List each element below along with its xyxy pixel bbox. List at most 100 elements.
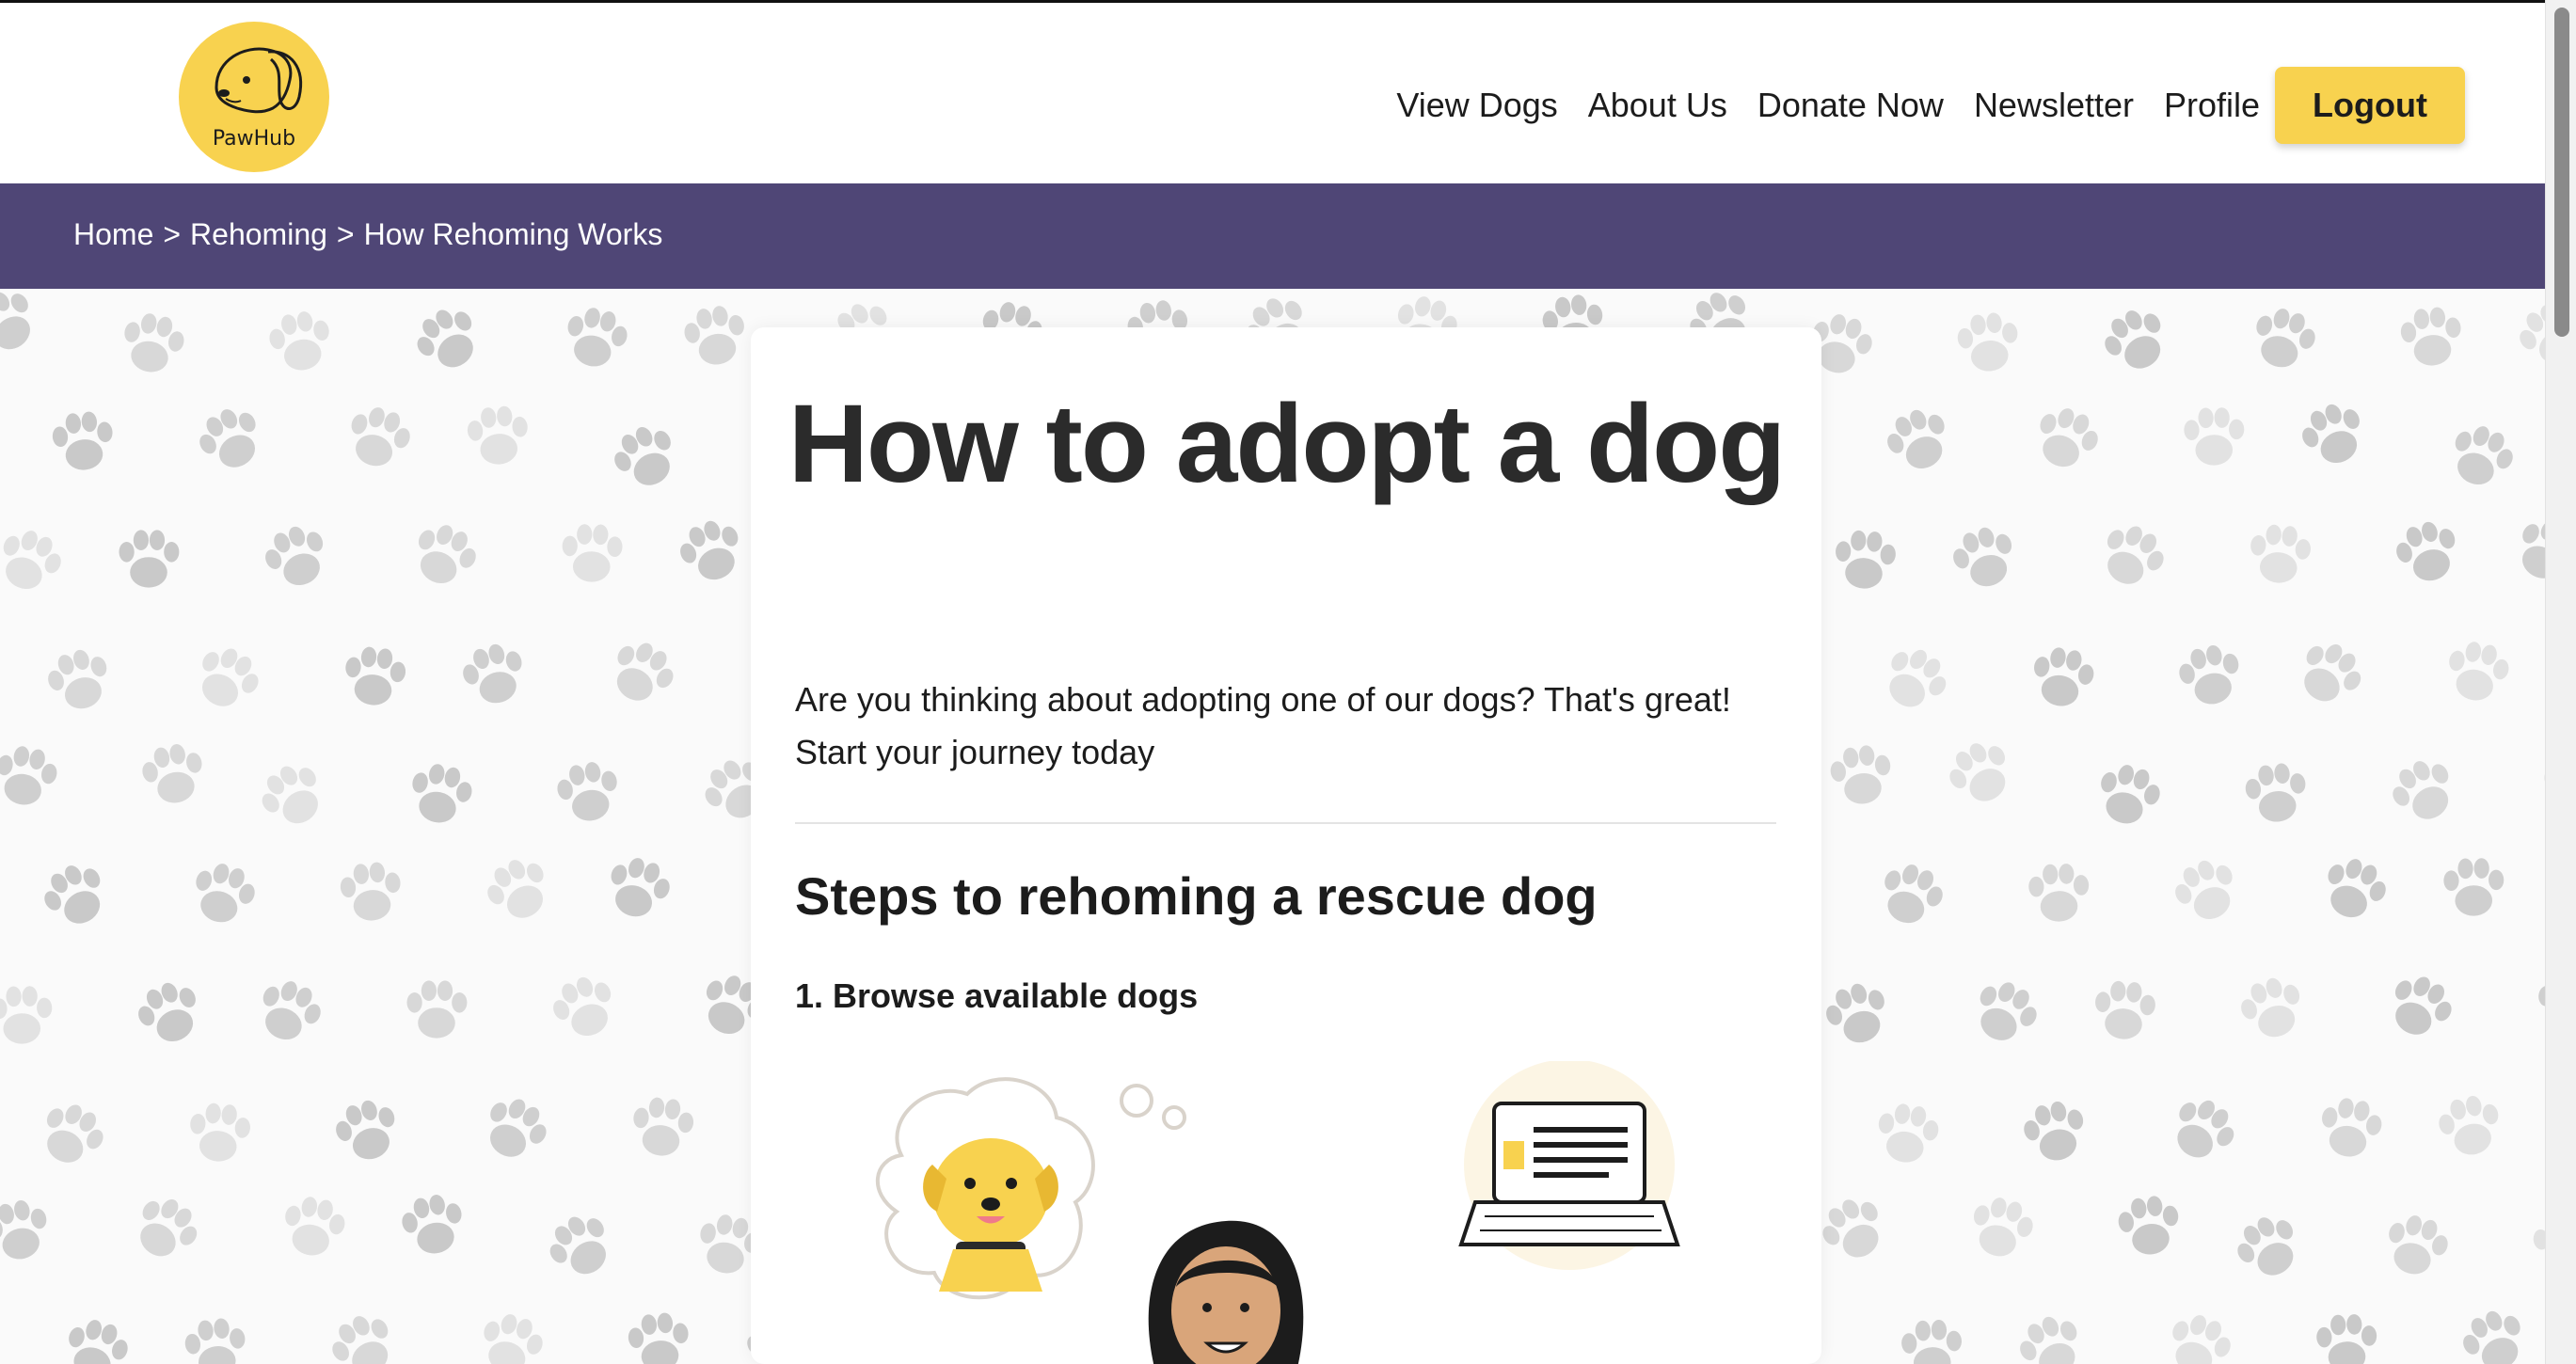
paw-print-icon <box>336 1100 395 1160</box>
paw-print-icon <box>262 981 321 1040</box>
paw-print-icon <box>2396 521 2456 581</box>
intro-paragraph: Are you thinking about adopting one of o… <box>795 674 1783 779</box>
paw-print-icon <box>2400 307 2461 366</box>
intro-line: Are you thinking about adopting one of o… <box>795 680 1731 719</box>
paw-print-icon <box>2024 1101 2084 1161</box>
paw-print-icon <box>2304 644 2361 702</box>
paw-print-icon <box>402 1195 462 1254</box>
logo-wordmark: PawHub <box>212 127 296 151</box>
content-card: How to adopt a dog Are you thinking abou… <box>751 327 1821 1364</box>
paw-print-icon <box>484 1314 543 1364</box>
paw-print-icon <box>2095 980 2155 1039</box>
paw-print-icon <box>611 858 670 917</box>
page-title: How to adopt a dog <box>787 382 1787 506</box>
paw-print-icon <box>557 762 617 821</box>
paw-print-icon <box>1887 409 1945 468</box>
logout-button[interactable]: Logout <box>2275 67 2465 144</box>
paw-print-icon <box>199 409 256 468</box>
breadcrumb-current: How Rehoming Works <box>363 217 663 251</box>
paw-print-icon <box>2118 1196 2179 1255</box>
paw-print-icon <box>262 766 318 824</box>
paw-print-icon <box>1878 1103 1939 1163</box>
paw-print-icon <box>351 407 410 467</box>
paw-print-icon <box>2538 986 2545 1007</box>
breadcrumb-separator: > <box>163 217 182 251</box>
paw-print-icon <box>2040 408 2098 468</box>
scrollbar-thumb[interactable] <box>2554 8 2569 337</box>
paw-print-icon <box>1980 982 2037 1040</box>
paw-print-icon <box>614 427 671 485</box>
top-navigation-bar: PawHub View Dogs About Us Donate Now New… <box>0 0 2545 183</box>
paw-print-icon <box>2449 642 2509 701</box>
paw-print-icon <box>2520 305 2545 363</box>
paw-print-icon <box>616 642 674 701</box>
paw-print-icon <box>0 1200 47 1260</box>
paw-print-icon <box>345 646 406 706</box>
paw-print-icon <box>2394 976 2452 1035</box>
browse-dogs-illustration <box>875 1061 1680 1364</box>
paw-print-icon <box>2245 763 2306 822</box>
paw-print-icon <box>0 746 57 805</box>
nav-about-us[interactable]: About Us <box>1588 86 1727 125</box>
nav-newsletter[interactable]: Newsletter <box>1974 86 2134 125</box>
paw-print-icon <box>2184 407 2245 466</box>
paw-print-icon <box>487 860 544 918</box>
paw-print-icon <box>52 411 113 470</box>
step-heading: 1. Browse available dogs <box>795 976 1199 1015</box>
steps-heading: Steps to rehoming a rescue dog <box>795 866 1598 926</box>
paw-print-icon <box>138 982 196 1042</box>
paw-print-icon <box>1957 312 2018 372</box>
nav-view-dogs[interactable]: View Dogs <box>1396 86 1557 125</box>
paw-print-icon <box>332 1316 389 1364</box>
paw-print-icon <box>265 526 324 586</box>
paw-print-icon <box>1949 743 2006 801</box>
page-scrollbar[interactable] <box>2545 0 2576 1364</box>
paw-print-icon <box>1901 1319 1962 1364</box>
paw-print-icon <box>1830 745 1891 804</box>
section-divider <box>795 822 1776 824</box>
breadcrumb-home[interactable]: Home <box>73 217 153 252</box>
paw-print-icon <box>1953 527 2012 587</box>
laptop-icon <box>1458 1061 1680 1270</box>
paw-print-icon <box>2328 859 2386 918</box>
paw-print-icon <box>190 1102 250 1162</box>
breadcrumb: Home > Rehoming > How Rehoming Works <box>73 217 662 252</box>
paw-print-icon <box>2393 761 2449 819</box>
nav-profile[interactable]: Profile <box>2164 86 2260 125</box>
pawhub-logo[interactable]: PawHub <box>179 22 329 172</box>
paw-print-icon <box>2439 1096 2499 1155</box>
paw-print-icon <box>124 313 184 373</box>
paw-print-icon <box>0 292 30 350</box>
paw-print-icon <box>412 764 472 823</box>
nav-donate-now[interactable]: Donate Now <box>1757 86 1944 125</box>
paw-print-icon <box>463 643 522 704</box>
paw-print-icon <box>562 524 623 582</box>
paw-print-icon <box>196 864 255 923</box>
paw-print-icon <box>48 649 107 709</box>
paw-print-icon <box>340 862 401 921</box>
paw-print-icon <box>490 1099 547 1157</box>
paw-print-icon <box>2028 864 2090 922</box>
paw-print-icon <box>2443 858 2504 916</box>
paw-print-icon <box>2101 765 2160 824</box>
paw-print-icon <box>680 520 739 580</box>
paw-print-icon <box>2455 426 2513 485</box>
paw-print-icon <box>567 308 628 367</box>
paw-print-icon <box>184 1318 246 1364</box>
paw-print-icon <box>2316 1314 2377 1364</box>
paw-print-icon <box>0 986 53 1044</box>
paw-print-icon <box>2177 1100 2234 1158</box>
paw-print-icon <box>406 980 468 1039</box>
breadcrumb-banner: Home > Rehoming > How Rehoming Works <box>0 183 2545 289</box>
paw-print-icon <box>142 744 202 803</box>
paw-print-icon <box>633 1097 694 1156</box>
paw-print-icon <box>1836 530 1896 589</box>
paw-print-icon <box>553 976 612 1037</box>
paw-print-icon <box>417 309 473 368</box>
paw-print-icon <box>69 1320 128 1364</box>
breadcrumb-rehoming[interactable]: Rehoming <box>190 217 327 252</box>
paw-print-icon <box>2389 1215 2448 1275</box>
paw-print-icon <box>684 306 744 365</box>
paw-print-icon <box>2533 1229 2545 1250</box>
paw-print-icon <box>2256 309 2315 368</box>
